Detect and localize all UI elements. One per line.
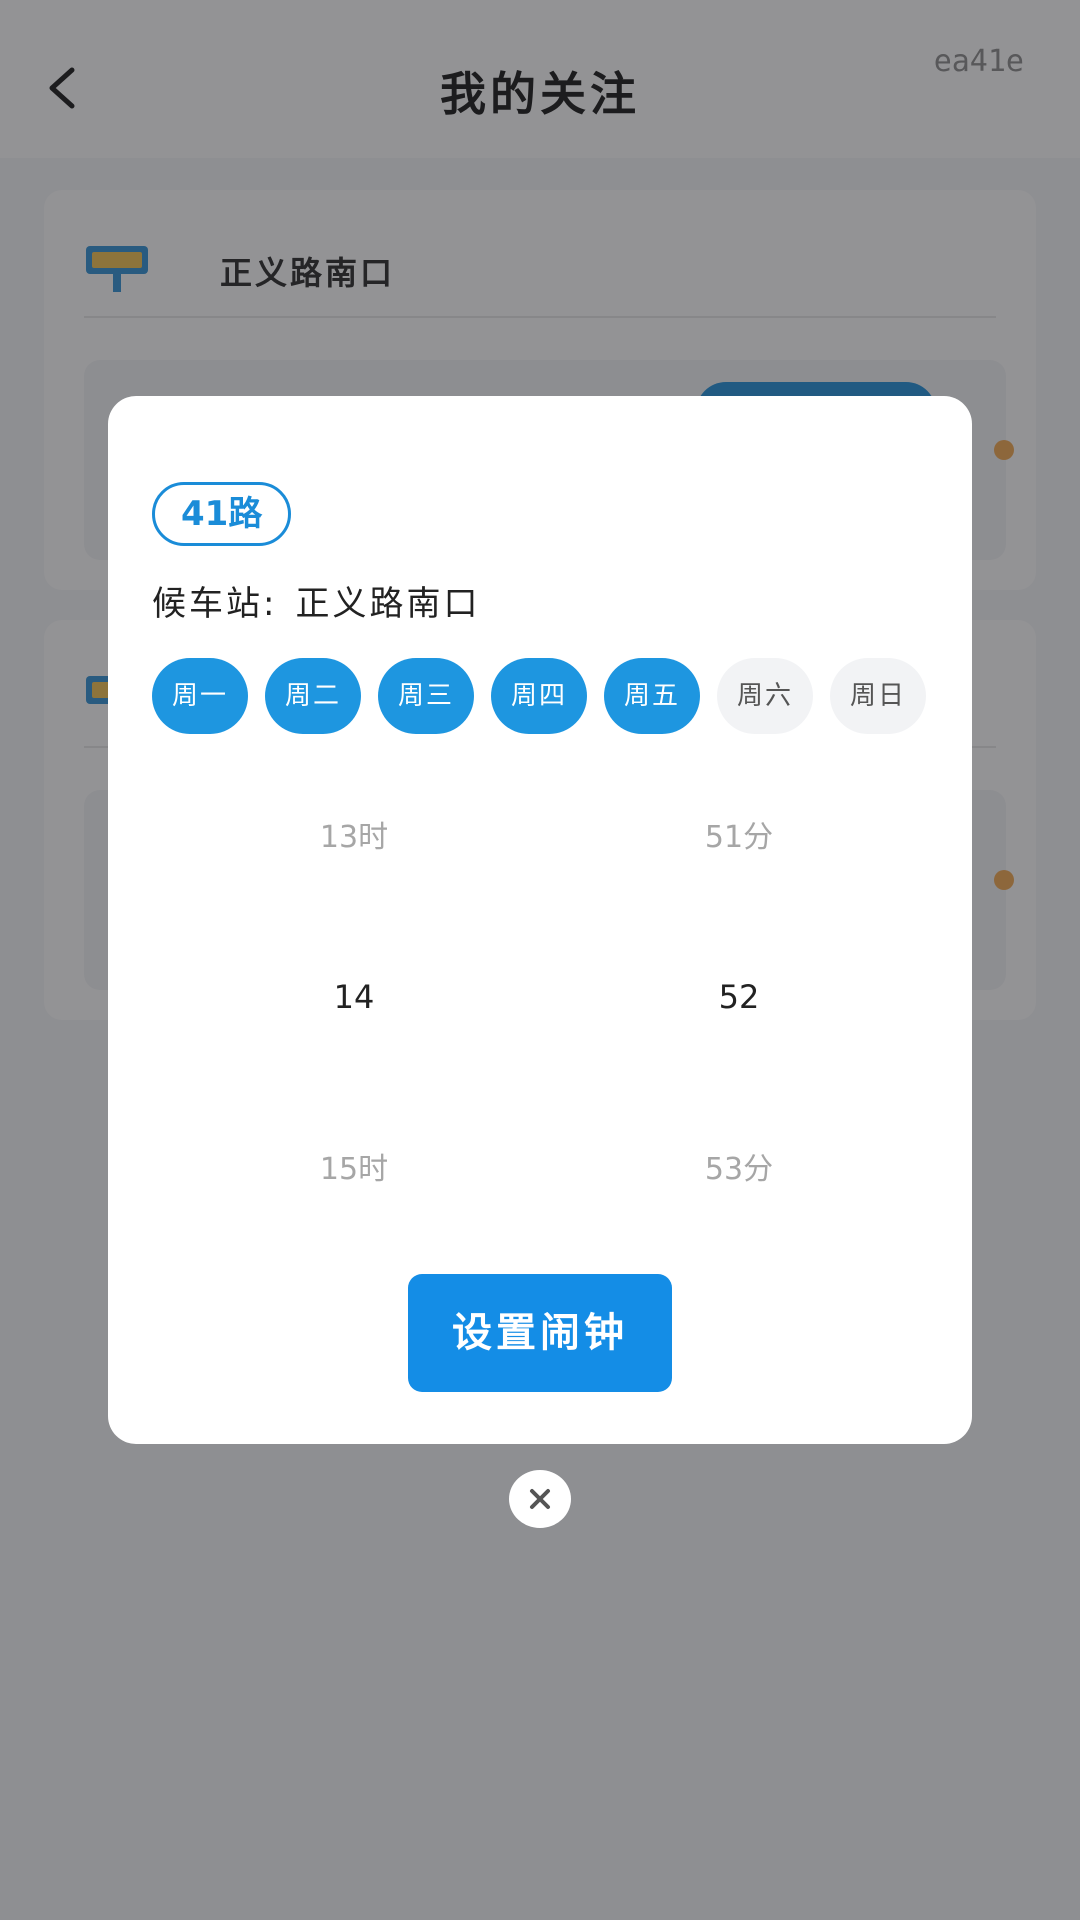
hour-option-prev[interactable]: 13时 (254, 812, 454, 856)
route-badge: 41路 (152, 482, 292, 546)
day-toggle-thu[interactable]: 周四 (491, 658, 587, 734)
minute-option-next[interactable]: 53分 (639, 1144, 839, 1188)
set-alarm-button[interactable]: 设置闹钟 (408, 1274, 672, 1392)
page: 我的关注 ea41e 正义路南口 (0, 0, 1080, 1920)
station-name: 正义路南口 (295, 584, 481, 624)
hour-picker[interactable]: 13时 14 15时 (254, 796, 454, 1187)
minute-picker[interactable]: 51分 52 53分 (639, 796, 839, 1187)
day-toggle-wed[interactable]: 周三 (378, 658, 474, 734)
close-button[interactable] (509, 1470, 571, 1528)
day-toggle-tue[interactable]: 周二 (265, 658, 361, 734)
day-toggle-fri[interactable]: 周五 (604, 658, 700, 734)
close-icon (530, 1489, 550, 1509)
alarm-dialog: 41路 候车站: 正义路南口 周一 周二 周三 周四 周五 周六 周日 13时 1… (108, 396, 972, 1444)
day-toggle-sun[interactable]: 周日 (830, 658, 926, 734)
day-toggle-mon[interactable]: 周一 (152, 658, 248, 734)
station-label: 候车站: (152, 584, 278, 624)
weekday-selector: 周一 周二 周三 周四 周五 周六 周日 (152, 658, 942, 734)
minute-selected[interactable]: 52 (639, 978, 839, 1016)
day-toggle-sat[interactable]: 周六 (717, 658, 813, 734)
hour-selected[interactable]: 14 (254, 978, 454, 1016)
minute-option-prev[interactable]: 51分 (639, 812, 839, 856)
station-info: 候车站: 正义路南口 (152, 576, 480, 625)
hour-option-next[interactable]: 15时 (254, 1144, 454, 1188)
